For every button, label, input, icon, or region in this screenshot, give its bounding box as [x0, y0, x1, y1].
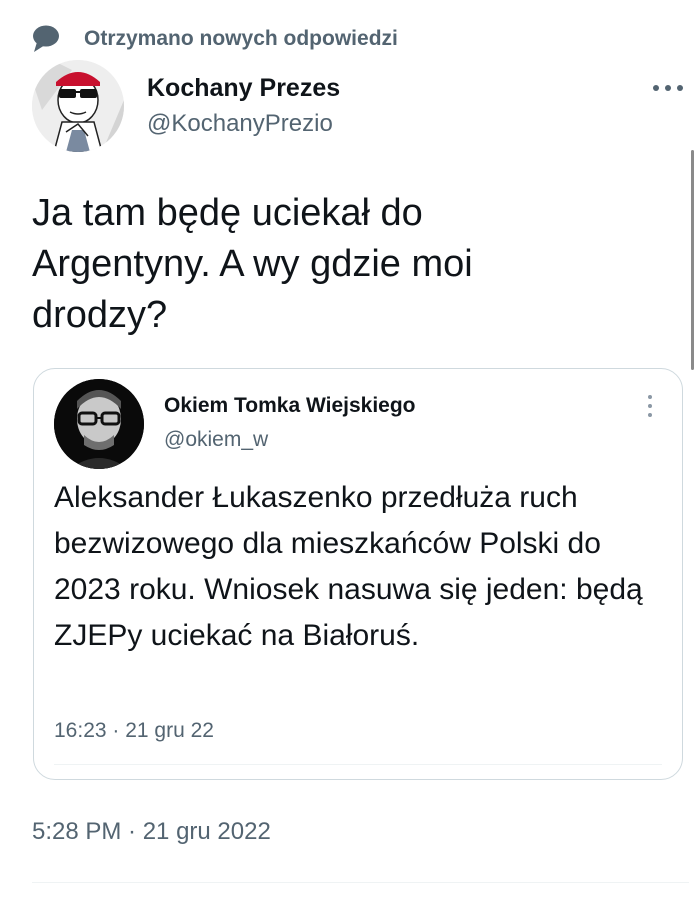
quoted-tweet-time: 16:23 · 21 gru 22: [54, 719, 214, 742]
author-avatar[interactable]: [32, 60, 124, 152]
more-horizontal-icon[interactable]: [653, 80, 683, 96]
replies-notice: Otrzymano nowych odpowiedzi: [32, 24, 398, 54]
speech-bubble-icon: [32, 24, 62, 54]
notice-text: Otrzymano nowych odpowiedzi: [84, 27, 398, 50]
quoted-author-avatar[interactable]: [54, 379, 144, 469]
quoted-tweet-card[interactable]: Okiem Tomka Wiejskiego @okiem_w Aleksand…: [33, 368, 683, 780]
tweet-header: Kochany Prezes @KochanyPrezio: [32, 60, 697, 160]
tweet-text: Ja tam będę uciekał do Argentyny. A wy g…: [32, 192, 473, 336]
quoted-card-divider: [54, 764, 662, 765]
scrollbar[interactable]: [691, 150, 694, 370]
author-display-name[interactable]: Kochany Prezes: [147, 72, 340, 104]
tweet-timestamp[interactable]: 5:28 PM · 21 gru 2022: [32, 818, 271, 846]
quoted-tweet-text: Aleksander Łukaszenko przedłuża ruch bez…: [54, 481, 643, 652]
quoted-author-display-name[interactable]: Okiem Tomka Wiejskiego: [164, 391, 416, 421]
more-vertical-icon[interactable]: [648, 395, 654, 417]
bottom-divider: [32, 882, 689, 883]
author-handle[interactable]: @KochanyPrezio: [147, 107, 340, 141]
quoted-author-handle[interactable]: @okiem_w: [164, 425, 416, 455]
